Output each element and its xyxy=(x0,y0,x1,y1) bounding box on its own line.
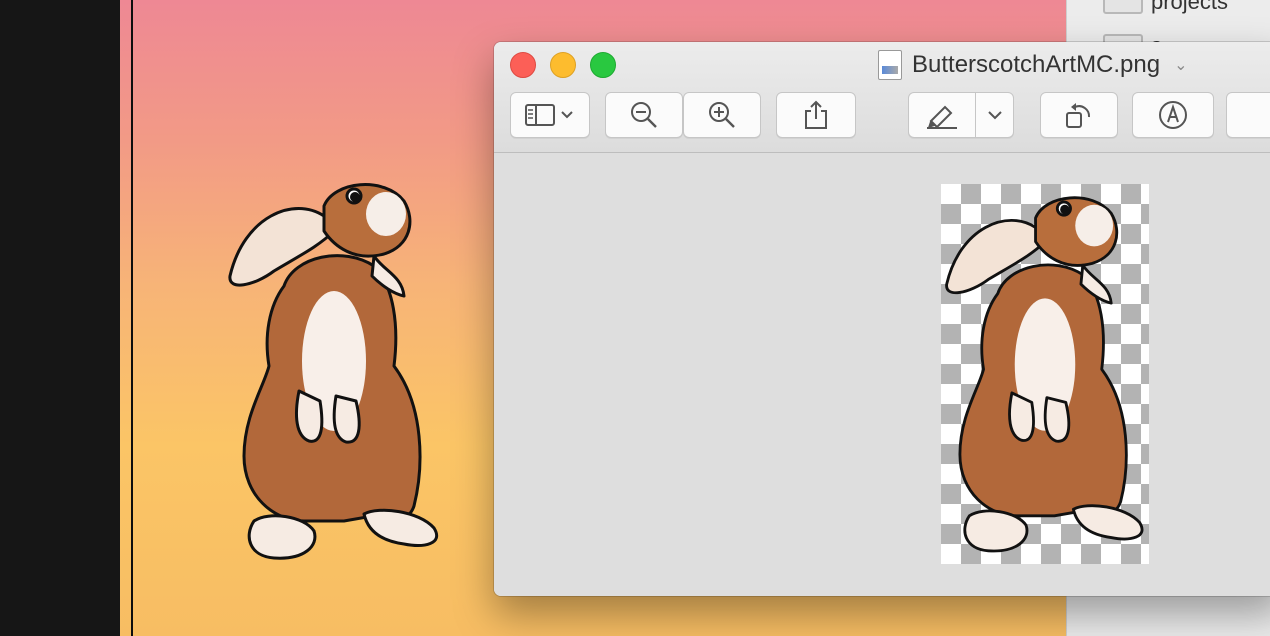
highlighter-icon xyxy=(927,105,957,129)
left-panel xyxy=(0,0,120,636)
rotate-icon xyxy=(1066,103,1091,128)
zoom-out-button[interactable] xyxy=(605,92,683,138)
markup-toolbar-button[interactable] xyxy=(1132,92,1214,138)
zoom-out-icon xyxy=(631,102,657,128)
sidebar-icon xyxy=(525,104,573,126)
finder-item-projects[interactable]: projects xyxy=(1103,0,1228,14)
minimize-button[interactable] xyxy=(550,52,576,78)
window-titlebar[interactable]: ButterscotchArtMC.png ⌄ xyxy=(494,42,1270,153)
bunny-preview-image[interactable] xyxy=(941,184,1149,564)
maximize-button[interactable] xyxy=(590,52,616,78)
chevron-down-icon xyxy=(987,111,1002,120)
search-button[interactable] xyxy=(1226,92,1270,138)
png-document-icon xyxy=(878,50,902,80)
bunny-artwork[interactable] xyxy=(224,176,444,566)
zoom-in-button[interactable] xyxy=(683,92,761,138)
image-viewer-area[interactable] xyxy=(494,153,1270,596)
share-icon xyxy=(805,100,827,129)
window-title[interactable]: ButterscotchArtMC.png ⌄ xyxy=(878,48,1188,82)
markup-pen-icon xyxy=(1159,101,1187,129)
zoom-in-icon xyxy=(709,102,735,128)
folder-icon xyxy=(1103,0,1143,14)
window-title-text: ButterscotchArtMC.png xyxy=(912,51,1161,78)
close-button[interactable] xyxy=(510,52,536,78)
chevron-down-icon[interactable]: ⌄ xyxy=(1174,55,1187,75)
preview-window[interactable]: ButterscotchArtMC.png ⌄ xyxy=(494,42,1270,596)
markup-menu-button[interactable] xyxy=(976,109,1013,121)
sidebar-view-button[interactable] xyxy=(510,92,590,138)
canvas-edge-line xyxy=(131,0,133,636)
finder-item-label: projects xyxy=(1151,0,1229,14)
share-button[interactable] xyxy=(776,92,856,138)
markup-highlight-button[interactable] xyxy=(908,92,1014,138)
rotate-button[interactable] xyxy=(1040,92,1118,138)
